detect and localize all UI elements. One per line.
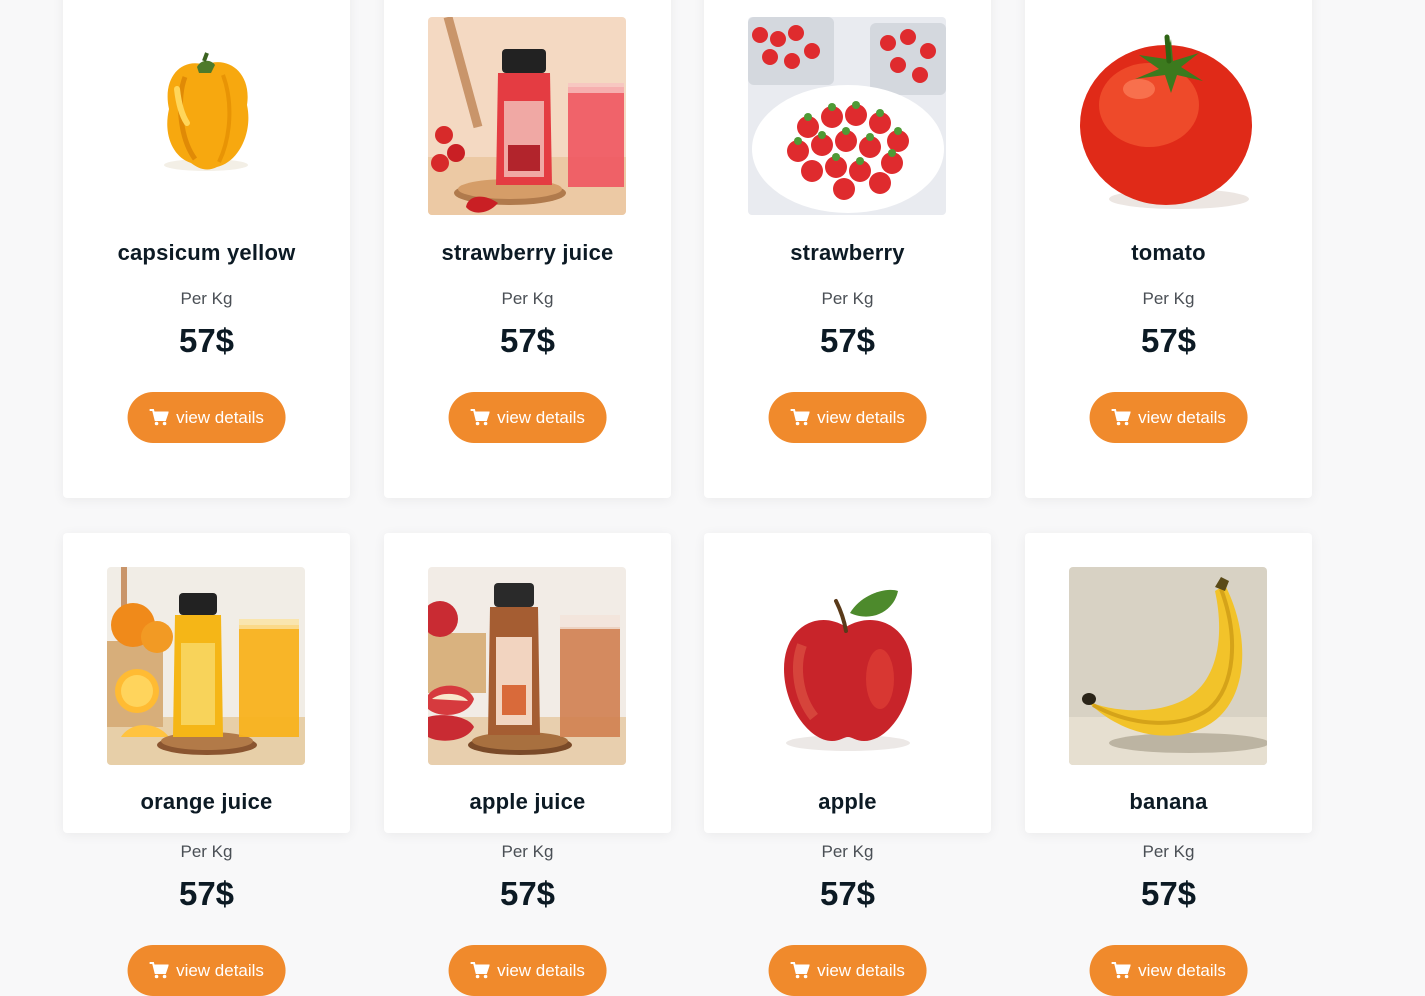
product-image-strawberry[interactable] <box>748 17 946 215</box>
view-details-button[interactable]: view details <box>768 392 927 443</box>
yellow-pepper-image <box>107 17 305 215</box>
cart-icon <box>470 962 490 979</box>
view-details-button[interactable]: view details <box>768 945 927 996</box>
product-price: 57$ <box>1140 875 1197 912</box>
product-price: 57$ <box>819 322 876 359</box>
cart-icon <box>149 409 169 426</box>
product-card-apple[interactable]: apple Per Kg 57$ view details <box>704 533 991 996</box>
product-unit: Per Kg <box>501 289 554 308</box>
product-price: 57$ <box>499 875 556 912</box>
view-details-label: view details <box>1138 407 1226 427</box>
product-unit: Per Kg <box>180 289 233 308</box>
view-details-button[interactable]: view details <box>448 392 607 443</box>
view-details-button[interactable]: view details <box>127 945 286 996</box>
view-details-label: view details <box>176 960 264 980</box>
cart-icon <box>1111 962 1131 979</box>
product-card-orange-juice[interactable]: orange juice Per Kg 57$ view details <box>63 533 350 996</box>
view-details-label: view details <box>497 960 585 980</box>
product-image-apple[interactable] <box>748 567 946 765</box>
banana-image <box>1069 567 1267 765</box>
view-details-button[interactable]: view details <box>1089 392 1248 443</box>
tomato-image <box>1069 17 1267 215</box>
product-price: 57$ <box>499 322 556 359</box>
product-card-banana[interactable]: banana Per Kg 57$ view details <box>1025 533 1312 996</box>
product-unit: Per Kg <box>821 289 874 308</box>
product-card-strawberry[interactable]: strawberry Per Kg 57$ view details <box>704 0 991 498</box>
product-unit: Per Kg <box>501 842 554 861</box>
product-unit: Per Kg <box>1142 289 1195 308</box>
product-unit: Per Kg <box>1142 842 1195 861</box>
strawberry-juice-image <box>428 17 626 215</box>
view-details-button[interactable]: view details <box>127 392 286 443</box>
view-details-button[interactable]: view details <box>448 945 607 996</box>
product-price: 57$ <box>819 875 876 912</box>
product-unit: Per Kg <box>180 842 233 861</box>
product-card-capsicum-yellow[interactable]: capsicum yellow Per Kg 57$ view details <box>63 0 350 498</box>
product-title: strawberry <box>790 240 905 265</box>
product-title: banana <box>1129 789 1208 814</box>
cart-icon <box>1111 409 1131 426</box>
product-price: 57$ <box>1140 322 1197 359</box>
strawberries-image <box>748 17 946 215</box>
product-title: apple <box>818 789 877 814</box>
view-details-label: view details <box>497 407 585 427</box>
product-title: capsicum yellow <box>117 240 296 265</box>
product-card-tomato[interactable]: tomato Per Kg 57$ view details <box>1025 0 1312 498</box>
cart-icon <box>790 962 810 979</box>
view-details-label: view details <box>817 960 905 980</box>
view-details-button[interactable]: view details <box>1089 945 1248 996</box>
product-unit: Per Kg <box>821 842 874 861</box>
cart-icon <box>470 409 490 426</box>
apple-juice-image <box>428 567 626 765</box>
cart-icon <box>790 409 810 426</box>
product-image-banana[interactable] <box>1069 567 1267 765</box>
product-image-tomato[interactable] <box>1069 17 1267 215</box>
product-image-apple-juice[interactable] <box>428 567 626 765</box>
product-title: tomato <box>1131 240 1206 265</box>
product-card-apple-juice[interactable]: apple juice Per Kg 57$ view details <box>384 533 671 996</box>
view-details-label: view details <box>817 407 905 427</box>
product-card-strawberry-juice[interactable]: strawberry juice Per Kg 57$ view details <box>384 0 671 498</box>
product-title: apple juice <box>469 789 586 814</box>
product-title: strawberry juice <box>441 240 614 265</box>
apple-image <box>748 567 946 765</box>
view-details-label: view details <box>176 407 264 427</box>
cart-icon <box>149 962 169 979</box>
orange-juice-image <box>107 567 305 765</box>
product-image-orange-juice[interactable] <box>107 567 305 765</box>
product-image-strawberry-juice[interactable] <box>428 17 626 215</box>
product-price: 57$ <box>178 322 235 359</box>
product-image-capsicum-yellow[interactable] <box>107 17 305 215</box>
product-grid: capsicum yellow Per Kg 57$ view details <box>0 0 1425 996</box>
product-price: 57$ <box>178 875 235 912</box>
view-details-label: view details <box>1138 960 1226 980</box>
product-title: orange juice <box>140 789 273 814</box>
